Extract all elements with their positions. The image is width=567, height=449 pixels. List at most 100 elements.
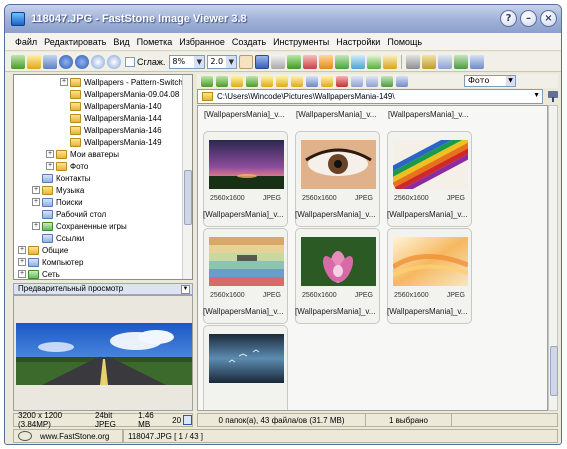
menu-favorites[interactable]: Избранное — [179, 37, 225, 47]
thumbnail-lotus[interactable]: 2560x1600 JPEG [WallpapersMania]_v... — [295, 228, 380, 324]
tree-item[interactable]: WallpapersMania-09.04.08 — [60, 88, 179, 100]
refresh-icon[interactable] — [246, 75, 258, 87]
tree-expander-icon[interactable]: + — [46, 162, 54, 170]
path-bar[interactable]: C:\Users\Wincode\Pictures\WallpapersMani… — [197, 89, 543, 104]
forward-icon[interactable] — [75, 54, 89, 69]
thumbnail-caption[interactable]: [WallpapersMania]_v... — [296, 110, 376, 119]
rotate-icon[interactable] — [287, 54, 302, 69]
thumbnail-eye[interactable]: 2560x1600 JPEG [WallpapersMania]_v... — [295, 131, 380, 227]
resize-icon[interactable] — [335, 54, 350, 69]
forward-arrow-icon[interactable] — [216, 75, 228, 87]
favorite-star-icon[interactable] — [261, 75, 273, 87]
pin-icon[interactable] — [546, 90, 560, 103]
folder-up-icon[interactable] — [231, 75, 243, 87]
thumbnail-caption[interactable]: [WallpapersMania]_v... — [388, 110, 468, 119]
thumbnail-caption[interactable]: [WallpapersMania]_v... — [204, 110, 284, 119]
ratio-select[interactable]: 2.0 ▼ — [207, 54, 238, 69]
menu-settings[interactable]: Настройки — [336, 37, 380, 47]
menu-tools[interactable]: Инструменты — [273, 37, 329, 47]
view-mode-icon[interactable] — [351, 75, 363, 87]
thumbnail-abstract[interactable]: 2560x1600 JPEG [WallpapersMania]_v... — [387, 228, 472, 324]
open-folder-icon[interactable] — [11, 54, 25, 69]
menu-file[interactable]: Файл — [15, 37, 37, 47]
tree-item[interactable]: WallpapersMania-140 — [60, 100, 162, 112]
tree-expander-icon[interactable]: + — [46, 150, 54, 158]
print-icon[interactable] — [383, 54, 398, 69]
help-button[interactable]: ? — [500, 10, 517, 27]
red-eye-icon[interactable] — [303, 54, 318, 69]
menu-create[interactable]: Создать — [232, 37, 266, 47]
thumbnail-pencils[interactable]: 2560x1600 JPEG [WallpapersMania]_v... — [387, 131, 472, 227]
sort-select[interactable]: Фото ▼ — [464, 75, 516, 87]
tree-expander-icon[interactable]: + — [18, 246, 26, 254]
tree-item[interactable]: + Wallpapers - Pattern-Switch — [60, 76, 183, 88]
zoom-out-icon[interactable] — [107, 54, 121, 69]
layout-icon[interactable] — [438, 54, 453, 69]
rename-icon[interactable] — [321, 75, 333, 87]
tree-item[interactable]: + Компьютер — [18, 256, 83, 268]
tree-scrollbar[interactable] — [182, 75, 192, 279]
move-to-icon[interactable] — [306, 75, 318, 87]
menu-edit[interactable]: Редактировать — [44, 37, 106, 47]
grid-scroll-thumb[interactable] — [550, 346, 558, 396]
tree-expander-icon[interactable]: + — [18, 258, 26, 266]
collapse-icon[interactable]: ▼ — [181, 285, 190, 294]
thumbnail-birds[interactable] — [203, 325, 288, 410]
tree-item[interactable]: WallpapersMania-146 — [60, 124, 162, 136]
zoom-select[interactable]: 8% ▼ — [169, 54, 206, 69]
save-icon[interactable] — [43, 54, 57, 69]
tree-item[interactable]: + Поиски — [32, 196, 83, 208]
tree-item[interactable]: + Сохраненные игры — [32, 220, 127, 232]
delete-icon[interactable] — [336, 75, 348, 87]
grid-scrollbar[interactable] — [548, 105, 558, 411]
tree-expander-icon[interactable]: + — [60, 78, 68, 86]
menu-help[interactable]: Помощь — [387, 37, 422, 47]
menu-view[interactable]: Вид — [113, 37, 129, 47]
copy-to-icon[interactable] — [291, 75, 303, 87]
zoom-in-icon[interactable] — [91, 54, 105, 69]
tree-item[interactable]: WallpapersMania-149 — [60, 136, 162, 148]
tree-item[interactable]: + Музыка — [32, 184, 84, 196]
folder-tree[interactable]: + Wallpapers - Pattern-Switch WallpapersMa… — [13, 74, 193, 280]
tree-item[interactable]: Рабочий стол — [32, 208, 106, 220]
fullscreen-icon[interactable] — [255, 54, 270, 69]
tree-item[interactable]: + Общие — [18, 244, 68, 256]
hand-tool-icon[interactable] — [239, 54, 254, 69]
tree-item[interactable]: Контакты — [32, 172, 91, 184]
tree-expander-icon[interactable]: + — [32, 222, 40, 230]
list-view-icon[interactable] — [366, 75, 378, 87]
minimize-button[interactable]: – — [520, 10, 537, 27]
compare-icon[interactable] — [406, 54, 421, 69]
menu-tag[interactable]: Пометка — [137, 37, 173, 47]
open-file-icon[interactable] — [27, 54, 41, 69]
back-arrow-icon[interactable] — [201, 75, 213, 87]
email-icon[interactable] — [367, 54, 382, 69]
back-icon[interactable] — [59, 54, 73, 69]
tree-item[interactable]: + Мои аватеры — [46, 148, 119, 160]
filter-icon[interactable] — [381, 75, 393, 87]
color-icon[interactable] — [319, 54, 334, 69]
tree-item[interactable]: Ссылки — [32, 232, 84, 244]
sort-icon[interactable] — [396, 75, 408, 87]
tree-item[interactable]: WallpapersMania-144 — [60, 112, 162, 124]
close-button[interactable]: × — [540, 10, 557, 27]
thumbnail-sunset[interactable]: 2560x1600 JPEG [WallpapersMania]_v... — [203, 131, 288, 227]
tree-expander-icon[interactable]: + — [18, 270, 26, 278]
fit-screen-icon[interactable] — [183, 415, 192, 425]
crop-icon[interactable] — [271, 54, 286, 69]
tree-item[interactable]: + Сеть — [18, 268, 60, 279]
thumbnail-stripes[interactable]: 2560x1600 JPEG [WallpapersMania]_v... — [203, 228, 288, 324]
smooth-checkbox[interactable] — [125, 56, 135, 67]
thumbnail-grid[interactable]: [WallpapersMania]_v... [WallpapersMania]… — [197, 105, 548, 411]
tree-scroll-thumb[interactable] — [184, 170, 192, 225]
settings-icon[interactable] — [422, 54, 437, 69]
thumbnail-size-icon[interactable] — [454, 54, 469, 69]
tree-expander-icon[interactable]: + — [32, 186, 40, 194]
tree-expander-icon[interactable]: + — [32, 198, 40, 206]
chevron-down-icon[interactable]: ▼ — [533, 92, 540, 99]
full-view-icon[interactable] — [470, 54, 485, 69]
website-link[interactable]: www.FastStone.org — [13, 429, 123, 443]
new-folder-icon[interactable] — [276, 75, 288, 87]
slideshow-icon[interactable] — [351, 54, 366, 69]
tree-item[interactable]: + Фото — [46, 160, 88, 172]
